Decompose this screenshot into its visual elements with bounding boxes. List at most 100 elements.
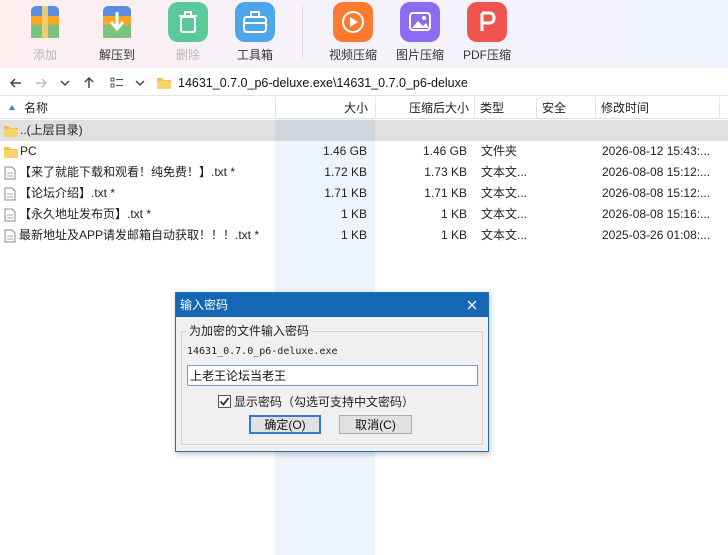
cancel-button[interactable]: 取消(C) xyxy=(339,415,412,434)
row-modified: 2026-08-08 15:12:... xyxy=(602,186,711,200)
row-type: 文本文... xyxy=(481,228,528,242)
row-packed-size: 1 KB xyxy=(440,228,467,242)
column-security[interactable]: 安全 xyxy=(542,97,566,119)
view-mode-dropdown[interactable] xyxy=(130,72,150,94)
column-divider xyxy=(474,97,475,119)
row-packed-size: 1.71 KB xyxy=(424,186,467,200)
row-modified: 2025-03-26 01:08:... xyxy=(602,228,711,242)
show-password-label: 显示密码（勾选可支持中文密码） xyxy=(234,395,415,409)
delete-button[interactable]: 删除 xyxy=(153,0,223,68)
row-name: 【来了就能下载和观看！纯免费！】.txt * xyxy=(19,165,236,179)
path-text: 14631_0.7.0_p6-deluxe.exe\14631_0.7.0_p6… xyxy=(178,76,468,90)
video-compress-icon xyxy=(333,2,373,42)
row-packed-size: 1.46 GB xyxy=(422,144,467,158)
row-name: ..(上层目录) xyxy=(20,123,83,137)
folder-icon xyxy=(3,141,19,162)
image-compress-label: 图片压缩 xyxy=(395,48,444,62)
dialog-close-button[interactable] xyxy=(462,293,482,317)
row-name: PC xyxy=(20,144,37,158)
chevron-down-icon xyxy=(60,80,70,87)
table-row[interactable]: ..(上层目录) xyxy=(0,120,728,141)
row-type: 文本文... xyxy=(481,186,528,200)
add-button[interactable]: 添加 xyxy=(10,0,80,68)
password-input[interactable] xyxy=(187,365,478,386)
row-modified: 2026-08-08 15:12:... xyxy=(602,165,711,179)
row-type: 文本文... xyxy=(481,165,528,179)
column-divider xyxy=(375,97,376,119)
row-type: 文件夹 xyxy=(481,144,518,158)
close-icon xyxy=(467,300,477,310)
text-file-icon xyxy=(4,225,18,246)
image-compress-icon xyxy=(400,2,440,42)
folder-icon xyxy=(157,78,171,89)
up-button[interactable] xyxy=(79,72,99,94)
column-size[interactable]: 大小 xyxy=(278,97,368,119)
list-header: 名称 大小 压缩后大小 类型 安全 修改时间 xyxy=(0,97,728,119)
image-compress-button[interactable]: 图片压缩 xyxy=(385,0,455,68)
checkmark-icon xyxy=(219,397,230,406)
show-password-checkbox-row[interactable]: 显示密码（勾选可支持中文密码） xyxy=(218,393,414,410)
folder-icon xyxy=(3,120,19,141)
extract-to-label: 解压到 xyxy=(98,48,135,62)
row-packed-size: 1.73 KB xyxy=(424,165,467,179)
password-dialog: 输入密码 为加密的文件输入密码 14631_0.7.0_p6-deluxe.ex… xyxy=(175,292,489,452)
table-row[interactable]: 【永久地址发布页】.txt * 1 KB 1 KB 文本文... 2026-08… xyxy=(0,204,728,225)
arrow-up-icon xyxy=(84,76,94,88)
row-modified: 2026-08-12 15:43:... xyxy=(602,144,711,158)
history-dropdown[interactable] xyxy=(55,72,75,94)
table-row[interactable]: 【来了就能下载和观看！纯免费！】.txt * 1.72 KB 1.73 KB 文… xyxy=(0,162,728,183)
video-compress-label: 视频压缩 xyxy=(328,48,377,62)
delete-icon xyxy=(168,2,208,42)
row-name: 【永久地址发布页】.txt * xyxy=(19,207,152,221)
table-row[interactable]: 最新地址及APP请发邮箱自动获取！！！.txt * 1 KB 1 KB 文本文.… xyxy=(0,225,728,246)
add-label: 添加 xyxy=(32,48,57,62)
path-field[interactable]: 14631_0.7.0_p6-deluxe.exe\14631_0.7.0_p6… xyxy=(152,72,728,94)
column-type[interactable]: 类型 xyxy=(480,97,504,119)
add-archive-icon xyxy=(25,2,65,42)
column-divider xyxy=(719,97,720,119)
column-modified[interactable]: 修改时间 xyxy=(601,97,649,119)
forward-button[interactable] xyxy=(31,72,51,94)
table-row[interactable]: PC 1.46 GB 1.46 GB 文件夹 2026-08-12 15:43:… xyxy=(0,141,728,162)
toolbar: 添加 解压到 删除 工具箱 视频压缩 图片压缩 PDF压缩 xyxy=(0,0,728,68)
row-size: 1.46 GB xyxy=(322,144,367,158)
toolbox-button[interactable]: 工具箱 xyxy=(220,0,290,68)
address-bar: 14631_0.7.0_p6-deluxe.exe\14631_0.7.0_p6… xyxy=(0,70,728,96)
row-type: 文本文... xyxy=(481,207,528,221)
table-row[interactable]: 【论坛介绍】.txt * 1.71 KB 1.71 KB 文本文... 2026… xyxy=(0,183,728,204)
chevron-down-icon xyxy=(135,80,145,87)
row-size: 1 KB xyxy=(340,228,367,242)
show-password-checkbox[interactable] xyxy=(218,395,231,408)
arrow-right-icon xyxy=(36,78,48,88)
toolbar-separator xyxy=(302,6,303,58)
extract-to-button[interactable]: 解压到 xyxy=(82,0,152,68)
row-modified: 2026-08-08 15:16:... xyxy=(602,207,711,221)
row-name: 【论坛介绍】.txt * xyxy=(19,186,116,200)
row-size: 1 KB xyxy=(340,207,367,221)
text-file-icon xyxy=(4,162,18,183)
column-name[interactable]: 名称 xyxy=(24,97,48,119)
text-file-icon xyxy=(4,204,18,225)
column-divider xyxy=(275,97,276,119)
toolbox-label: 工具箱 xyxy=(236,48,273,62)
video-compress-button[interactable]: 视频压缩 xyxy=(318,0,388,68)
arrow-left-icon xyxy=(9,78,21,88)
back-button[interactable] xyxy=(6,72,26,94)
pdf-compress-button[interactable]: PDF压缩 xyxy=(452,0,522,68)
delete-label: 删除 xyxy=(175,48,200,62)
row-name: 最新地址及APP请发邮箱自动获取！！！.txt * xyxy=(19,228,260,242)
view-mode-button[interactable] xyxy=(107,72,127,94)
row-size: 1.71 KB xyxy=(324,186,367,200)
dialog-title-bar[interactable]: 输入密码 xyxy=(176,293,488,317)
pdf-compress-icon xyxy=(467,2,507,42)
column-packed-size[interactable]: 压缩后大小 xyxy=(378,97,469,119)
column-divider xyxy=(595,97,596,119)
column-divider xyxy=(536,97,537,119)
dialog-title: 输入密码 xyxy=(180,298,229,312)
ok-button[interactable]: 确定(O) xyxy=(249,415,321,434)
toolbox-icon xyxy=(235,2,275,42)
sort-ascending-indicator xyxy=(8,97,16,119)
sort-up-icon xyxy=(9,105,15,110)
text-file-icon xyxy=(4,183,18,204)
encrypted-filename: 14631_0.7.0_p6-deluxe.exe xyxy=(187,346,338,357)
